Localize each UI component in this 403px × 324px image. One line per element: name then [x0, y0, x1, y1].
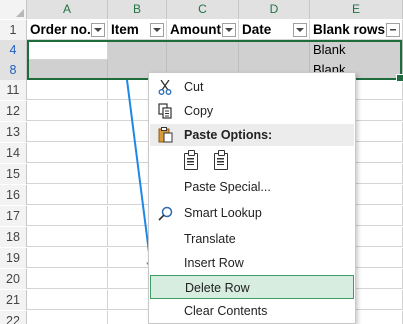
- header-cell-item[interactable]: Item: [108, 20, 167, 40]
- menu-item-label: Insert Row: [184, 256, 244, 270]
- cell[interactable]: [27, 311, 108, 324]
- paste-values-icon[interactable]: [212, 148, 230, 170]
- cell[interactable]: [27, 143, 108, 163]
- row-header[interactable]: 16: [0, 185, 27, 205]
- row-header[interactable]: 21: [0, 290, 27, 310]
- column-header-e[interactable]: E: [310, 0, 403, 19]
- scissors-icon: [156, 79, 174, 95]
- menu-item-label: Paste Special...: [184, 180, 271, 194]
- menu-item-cut[interactable]: Cut: [149, 75, 355, 99]
- menu-item-copy[interactable]: Copy: [149, 99, 355, 123]
- cell-a4[interactable]: [27, 40, 108, 60]
- cell-b4[interactable]: [108, 40, 167, 60]
- menu-item-delete-row[interactable]: Delete Row: [150, 275, 354, 299]
- menu-item-smart-lookup[interactable]: Smart Lookup: [149, 201, 355, 225]
- menu-item-label: Smart Lookup: [184, 206, 262, 220]
- row-header[interactable]: 19: [0, 248, 27, 268]
- cell[interactable]: [27, 290, 108, 310]
- menu-item-paste-special[interactable]: Paste Special...: [149, 175, 355, 199]
- table-row: 4 Blank: [0, 40, 403, 60]
- row-header[interactable]: 15: [0, 164, 27, 184]
- header-cell-amount[interactable]: Amount: [167, 20, 239, 40]
- header-cell-date[interactable]: Date: [239, 20, 310, 40]
- menu-item-label: Copy: [184, 104, 214, 118]
- menu-item-insert-row[interactable]: Insert Row: [149, 251, 355, 275]
- filter-dropdown-icon[interactable]: [91, 23, 105, 37]
- table-row: 1 Order no. Item Amount Date Blank rows: [0, 20, 403, 40]
- row-header[interactable]: 17: [0, 206, 27, 226]
- row-header[interactable]: 20: [0, 269, 27, 289]
- column-header-a[interactable]: A: [27, 0, 108, 19]
- header-label: Date: [242, 22, 272, 37]
- header-cell-blank-rows[interactable]: Blank rows: [310, 20, 403, 40]
- column-header-c[interactable]: C: [167, 0, 239, 19]
- select-all-corner[interactable]: [0, 0, 27, 19]
- paste-icon[interactable]: [182, 148, 200, 170]
- header-label: Item: [111, 22, 139, 37]
- cell[interactable]: [27, 80, 108, 100]
- row-header[interactable]: 18: [0, 227, 27, 247]
- cell[interactable]: [27, 269, 108, 289]
- header-label: Blank rows: [313, 22, 386, 37]
- paste-options-label: Paste Options:: [184, 128, 273, 142]
- header-label: Order no.: [30, 22, 91, 37]
- menu-item-label: Cut: [184, 80, 204, 94]
- menu-item-clear-contents[interactable]: Clear Contents: [149, 299, 355, 323]
- menu-item-translate[interactable]: Translate: [149, 227, 355, 251]
- cell-a8[interactable]: [27, 60, 108, 80]
- cell[interactable]: [27, 227, 108, 247]
- column-header-b[interactable]: B: [108, 0, 167, 19]
- clipboard-icon: [156, 127, 174, 143]
- row-header[interactable]: 8: [0, 60, 27, 80]
- cell[interactable]: [27, 101, 108, 121]
- column-header-bar: A B C D E: [0, 0, 403, 19]
- context-menu: Cut Copy Paste Options: Paste Special...…: [148, 72, 356, 324]
- row-header[interactable]: 1: [0, 20, 27, 40]
- row-header[interactable]: 22: [0, 311, 27, 324]
- filter-dropdown-icon[interactable]: [293, 23, 307, 37]
- cell[interactable]: [27, 122, 108, 142]
- cell[interactable]: [27, 185, 108, 205]
- header-label: Amount: [170, 22, 221, 37]
- row-header[interactable]: 13: [0, 122, 27, 142]
- cell[interactable]: [27, 206, 108, 226]
- cell[interactable]: [27, 164, 108, 184]
- cell-d4[interactable]: [239, 40, 310, 60]
- row-header[interactable]: 11: [0, 80, 27, 100]
- cell-c4[interactable]: [167, 40, 239, 60]
- copy-icon: [156, 103, 174, 119]
- filter-icon[interactable]: [386, 23, 400, 37]
- row-header[interactable]: 4: [0, 40, 27, 60]
- search-icon: [156, 205, 174, 221]
- cell-e4[interactable]: Blank: [310, 40, 403, 60]
- paste-options-header: Paste Options:: [150, 124, 354, 146]
- menu-item-label: Clear Contents: [184, 304, 268, 318]
- filter-dropdown-icon[interactable]: [222, 23, 236, 37]
- filter-dropdown-icon[interactable]: [150, 23, 164, 37]
- menu-item-label: Delete Row: [185, 281, 250, 295]
- row-header[interactable]: 12: [0, 101, 27, 121]
- row-header[interactable]: 14: [0, 143, 27, 163]
- menu-item-label: Translate: [184, 232, 236, 246]
- cell[interactable]: [27, 248, 108, 268]
- column-header-d[interactable]: D: [239, 0, 310, 19]
- header-cell-order-no[interactable]: Order no.: [27, 20, 108, 40]
